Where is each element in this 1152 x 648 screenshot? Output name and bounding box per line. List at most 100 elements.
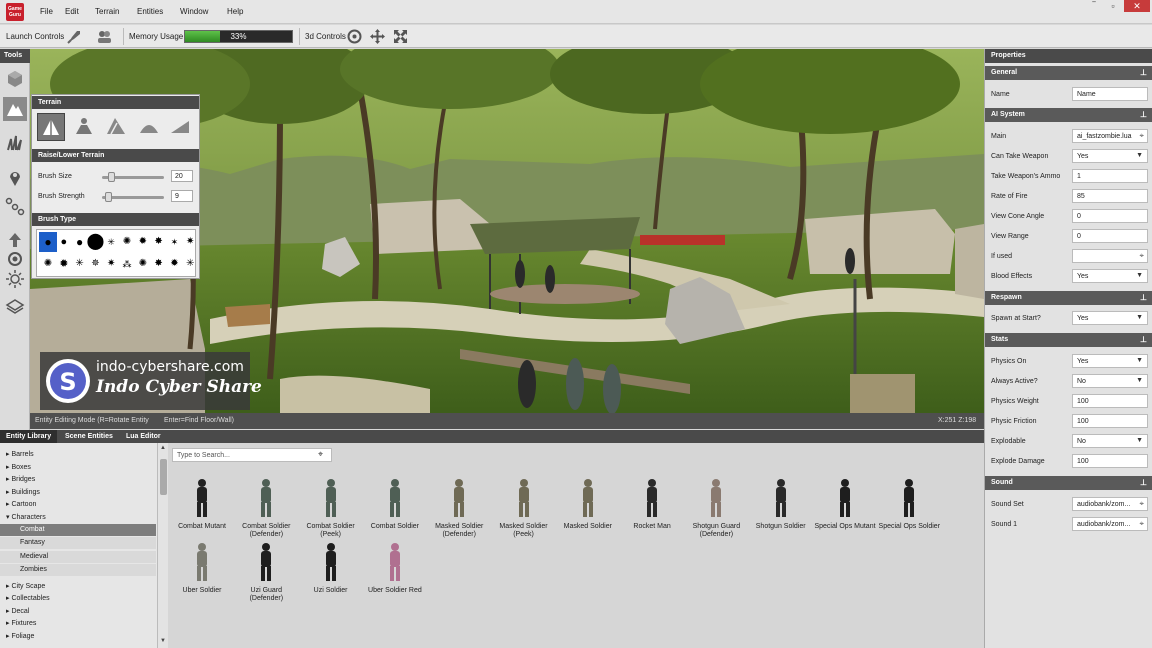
pin-icon[interactable]: ⊥ (1140, 293, 1147, 302)
raise-terrain-icon[interactable] (37, 113, 65, 141)
rotate-icon[interactable] (346, 28, 363, 45)
entity-thumbnail[interactable]: Uzi Soldier (299, 542, 363, 595)
entity-thumbnail[interactable]: Masked Soldier (Peek) (492, 478, 556, 539)
name-field[interactable]: Name (1072, 87, 1148, 101)
scroll-up-icon[interactable]: ▲ (160, 445, 166, 451)
section-general[interactable]: General ⊥ (985, 66, 1152, 80)
browse-icon[interactable]: ⌖ (1139, 251, 1144, 261)
browse-icon[interactable]: ⌖ (1139, 499, 1144, 509)
tree-node[interactable]: ▸ Cartoon (6, 500, 36, 508)
brush-size-value[interactable]: 20 (171, 170, 193, 182)
smooth-terrain-icon[interactable] (135, 113, 163, 141)
entity-thumbnail[interactable]: Special Ops Soldier (877, 478, 941, 531)
rocket-icon[interactable] (66, 28, 83, 45)
physics-on-select[interactable]: Yes ▼ (1072, 354, 1148, 368)
move-icon[interactable] (369, 28, 386, 45)
brush-strength-handle[interactable] (105, 192, 113, 202)
search-target-icon[interactable]: ⌖ (318, 449, 323, 460)
entity-thumbnail[interactable]: Masked Soldier (556, 478, 620, 531)
terrain-icon[interactable] (3, 97, 27, 121)
tree-scroll-thumb[interactable] (160, 459, 167, 495)
entity-thumbnail[interactable]: Uber Soldier Red (363, 542, 427, 595)
physic-friction-field[interactable]: 100 (1072, 414, 1148, 428)
if-used-field[interactable]: ⌖ (1072, 249, 1148, 263)
minimize-button[interactable]: ‾ (1085, 0, 1103, 12)
marker-icon[interactable] (3, 166, 27, 190)
slope-terrain-icon[interactable] (166, 113, 194, 141)
menu-help[interactable]: Help (227, 7, 243, 16)
tab-lua-editor[interactable]: Lua Editor (120, 430, 167, 443)
tree-subnode[interactable]: Combat (0, 523, 156, 536)
cube-icon[interactable] (3, 67, 27, 91)
browse-icon[interactable]: ⌖ (1139, 131, 1144, 141)
tree-node[interactable]: ▸ Bridges (6, 475, 35, 483)
entity-thumbnail[interactable]: Combat Soldier (Peek) (299, 478, 363, 539)
section-sound[interactable]: Sound ⊥ (985, 476, 1152, 490)
view-range-field[interactable]: 0 (1072, 229, 1148, 243)
entity-thumbnail[interactable]: Combat Mutant (170, 478, 234, 531)
tree-node[interactable]: ▸ Boxes (6, 463, 31, 471)
tree-node[interactable]: ▸ Decal (6, 607, 29, 615)
entity-thumbnail[interactable]: Combat Soldier (363, 478, 427, 531)
sun-icon[interactable] (3, 267, 27, 291)
sound-1-field[interactable]: audiobank/zom... ⌖ (1072, 517, 1148, 531)
entity-thumbnail[interactable]: Masked Soldier (Defender) (427, 478, 491, 539)
spawn-at-start-select[interactable]: Yes ▼ (1072, 311, 1148, 325)
view-cone-field[interactable]: 0 (1072, 209, 1148, 223)
scroll-down-icon[interactable]: ▼ (160, 638, 166, 644)
tree-scrollbar[interactable]: ▲ ▼ (157, 443, 168, 648)
layers-icon[interactable] (3, 295, 27, 319)
pin-icon[interactable]: ⊥ (1140, 110, 1147, 119)
menu-file[interactable]: File (40, 7, 53, 16)
ramp-terrain-icon[interactable] (102, 113, 130, 141)
close-button[interactable]: ✕ (1124, 0, 1150, 12)
maximize-button[interactable]: ▫ (1104, 0, 1122, 12)
entity-thumbnail[interactable]: Special Ops Mutant (813, 478, 877, 531)
physics-weight-field[interactable]: 100 (1072, 394, 1148, 408)
brush-strength-value[interactable]: 9 (171, 190, 193, 202)
rate-of-fire-field[interactable]: 85 (1072, 189, 1148, 203)
always-active-select[interactable]: No ▼ (1072, 374, 1148, 388)
multiplayer-icon[interactable] (96, 28, 113, 45)
entity-thumbnail[interactable]: Uber Soldier (170, 542, 234, 595)
menu-window[interactable]: Window (180, 7, 208, 16)
section-respawn[interactable]: Respawn ⊥ (985, 291, 1152, 305)
section-stats[interactable]: Stats ⊥ (985, 333, 1152, 347)
entity-thumbnail[interactable]: Combat Soldier (Defender) (234, 478, 298, 539)
tab-entity-library[interactable]: Entity Library (0, 430, 58, 443)
pin-icon[interactable]: ⊥ (1140, 335, 1147, 344)
fullscreen-icon[interactable] (392, 28, 409, 45)
level-terrain-icon[interactable] (70, 113, 98, 141)
brush-option[interactable]: ✷ (181, 232, 199, 252)
entity-search-input[interactable]: Type to Search... (172, 448, 332, 462)
tree-subnode[interactable]: Fantasy (0, 537, 156, 550)
tree-subnode[interactable]: Medieval (0, 550, 156, 563)
brush-option[interactable]: ✳ (181, 254, 199, 274)
pin-icon[interactable]: ⊥ (1140, 68, 1147, 77)
tree-node[interactable]: ▸ City Scape (6, 582, 45, 590)
sound-set-field[interactable]: audiobank/zom... ⌖ (1072, 497, 1148, 511)
explode-damage-field[interactable]: 100 (1072, 454, 1148, 468)
grass-icon[interactable] (3, 131, 27, 155)
menu-entities[interactable]: Entities (137, 7, 163, 16)
tree-node[interactable]: ▸ Collectables (6, 594, 50, 602)
browse-icon[interactable]: ⌖ (1139, 519, 1144, 529)
tree-node[interactable]: ▸ Barrels (6, 450, 34, 458)
tree-node[interactable]: ▸ Buildings (6, 488, 40, 496)
tree-node[interactable]: ▾ Characters (6, 513, 46, 521)
waypoint-icon[interactable] (3, 194, 27, 218)
explodable-select[interactable]: No ▼ (1072, 434, 1148, 448)
target-icon[interactable] (3, 245, 27, 269)
entity-thumbnail[interactable]: Shotgun Guard (Defender) (684, 478, 748, 539)
ammo-field[interactable]: 1 (1072, 169, 1148, 183)
menu-edit[interactable]: Edit (65, 7, 79, 16)
menu-terrain[interactable]: Terrain (95, 7, 119, 16)
tab-scene-entities[interactable]: Scene Entities (59, 430, 119, 443)
main-script-field[interactable]: ai_fastzombie.lua ⌖ (1072, 129, 1148, 143)
can-take-weapon-select[interactable]: Yes ▼ (1072, 149, 1148, 163)
blood-effects-select[interactable]: Yes ▼ (1072, 269, 1148, 283)
entity-thumbnail[interactable]: Shotgun Soldier (749, 478, 813, 531)
pin-icon[interactable]: ⊥ (1140, 478, 1147, 487)
tree-subnode[interactable]: Zombies (0, 564, 156, 577)
section-ai-system[interactable]: AI System ⊥ (985, 108, 1152, 122)
